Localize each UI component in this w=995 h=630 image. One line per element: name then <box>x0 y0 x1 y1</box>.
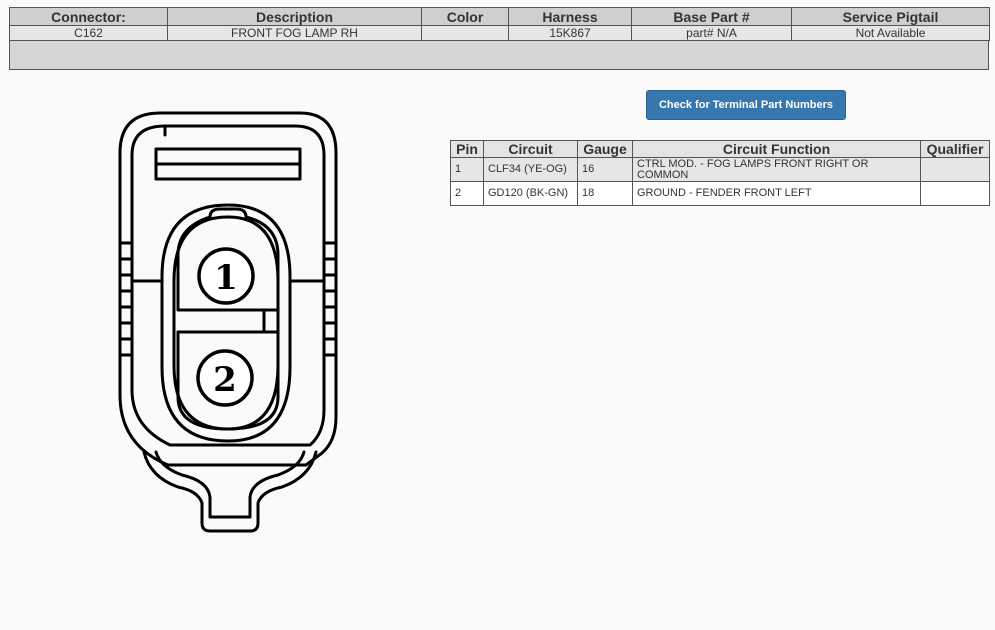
value-description: FRONT FOG LAMP RH <box>167 25 422 41</box>
pin-header-circuit: Circuit <box>483 140 578 158</box>
connector-face-diagram: 1 2 <box>118 111 338 533</box>
value-base-part: part# N/A <box>631 25 792 41</box>
pin-gauge: 16 <box>577 157 633 182</box>
header-connector: Connector: <box>9 7 168 26</box>
connector-detail-page: Connector: Description Color Harness Bas… <box>0 0 995 630</box>
pin-qualifier <box>920 181 990 206</box>
pin-header-circuit-function: Circuit Function <box>632 140 921 158</box>
connector-info-value-row: C162 FRONT FOG LAMP RH 15K867 part# N/A … <box>9 25 990 41</box>
pin-circuit-function: GROUND - FENDER FRONT LEFT <box>632 181 921 206</box>
pin-table: Pin Circuit Gauge Circuit Function Quali… <box>450 140 990 206</box>
connector-left-ribs <box>118 241 134 357</box>
value-color <box>421 25 509 41</box>
pin-gauge: 18 <box>577 181 633 206</box>
pin-header-qualifier: Qualifier <box>920 140 990 158</box>
pin-1-marker: 1 <box>197 247 255 305</box>
table-row: 2 GD120 (BK-GN) 18 GROUND - FENDER FRONT… <box>450 181 990 206</box>
pin-number: 2 <box>450 181 484 206</box>
header-color: Color <box>421 7 509 26</box>
pin-header-pin: Pin <box>450 140 484 158</box>
header-base-part: Base Part # <box>631 7 792 26</box>
pin-table-header-row: Pin Circuit Gauge Circuit Function Quali… <box>450 140 990 158</box>
connector-right-ribs <box>322 241 338 357</box>
value-connector: C162 <box>9 25 168 41</box>
header-description: Description <box>167 7 422 26</box>
header-service-pigtail: Service Pigtail <box>791 7 990 26</box>
check-terminal-part-numbers-button[interactable]: Check for Terminal Part Numbers <box>646 90 846 120</box>
pin-2-label: 2 <box>213 360 237 400</box>
info-bar <box>9 40 989 70</box>
header-harness: Harness <box>508 7 632 26</box>
connector-info-header-row: Connector: Description Color Harness Bas… <box>9 7 990 26</box>
pin-qualifier <box>920 157 990 182</box>
pin-2-marker: 2 <box>196 349 254 407</box>
pin-number: 1 <box>450 157 484 182</box>
pin-header-gauge: Gauge <box>577 140 633 158</box>
value-harness: 15K867 <box>508 25 632 41</box>
pin-circuit-function: CTRL MOD. - FOG LAMPS FRONT RIGHT OR COM… <box>632 157 921 182</box>
value-service-pigtail: Not Available <box>791 25 990 41</box>
table-row: 1 CLF34 (YE-OG) 16 CTRL MOD. - FOG LAMPS… <box>450 157 990 182</box>
pin-1-label: 1 <box>214 258 238 298</box>
connector-info-table: Connector: Description Color Harness Bas… <box>9 7 990 41</box>
pin-circuit: GD120 (BK-GN) <box>483 181 578 206</box>
pin-circuit: CLF34 (YE-OG) <box>483 157 578 182</box>
